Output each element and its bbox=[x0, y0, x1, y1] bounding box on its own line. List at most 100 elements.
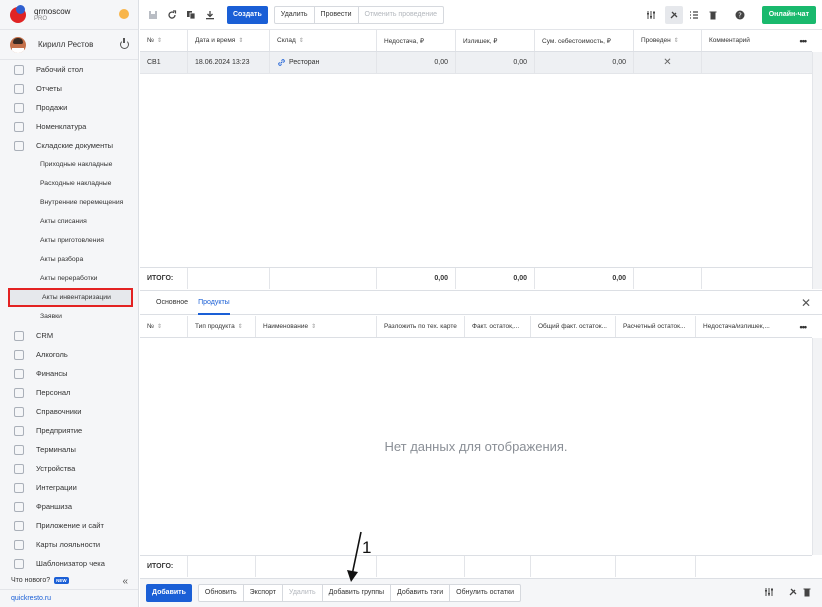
nav-item-integrations[interactable]: Интеграции bbox=[0, 478, 138, 497]
nav-item-label: Франшиза bbox=[36, 502, 73, 511]
col-fact-balance[interactable]: Факт. остаток,... bbox=[465, 316, 531, 337]
filter-settings-icon[interactable] bbox=[646, 10, 656, 20]
save-icon[interactable] bbox=[148, 10, 158, 20]
nav-item-receipt-templates[interactable]: Шаблонизатор чека bbox=[0, 554, 138, 573]
nav-item-references[interactable]: Справочники bbox=[0, 402, 138, 421]
nav-item-label: Справочники bbox=[36, 407, 82, 416]
total-empty bbox=[696, 556, 812, 577]
nav-item-dashboard[interactable]: Рабочий стол bbox=[0, 60, 138, 79]
nav-item-reports[interactable]: Отчеты bbox=[0, 79, 138, 98]
grid-totals: ИТОГО: 0,00 0,00 0,00 bbox=[140, 267, 812, 289]
nav-item-label: Алкоголь bbox=[36, 350, 68, 359]
nav-item-franchise[interactable]: Франшиза bbox=[0, 497, 138, 516]
nav-item-loyalty-cards[interactable]: Карты лояльности bbox=[0, 535, 138, 554]
copy-icon[interactable] bbox=[186, 10, 196, 20]
col-shortage-surplus[interactable]: Недостача/излишек,... ••• bbox=[696, 316, 812, 337]
nav-item-label: Продажи bbox=[36, 103, 68, 112]
col-number[interactable]: № ⇕ bbox=[140, 316, 188, 337]
whats-new-link[interactable]: Что нового? NEW « bbox=[0, 572, 138, 589]
sub-item-disassembly-acts[interactable]: Акты разбора bbox=[0, 250, 138, 269]
empty-message: Нет данных для отображения. bbox=[384, 439, 568, 454]
col-posted[interactable]: Проведен ⇕ bbox=[634, 30, 702, 51]
add-tags-button[interactable]: Добавить тэги bbox=[391, 585, 451, 601]
col-calc-balance[interactable]: Расчетный остаток... bbox=[616, 316, 696, 337]
nav-item-finance[interactable]: Финансы bbox=[0, 364, 138, 383]
download-icon[interactable] bbox=[205, 10, 215, 20]
documents-grid: № ⇕ Дата и время ⇕ Склад ⇕ Недостача, ₽ Изл… bbox=[140, 30, 812, 289]
nav-item-sales[interactable]: Продажи bbox=[0, 98, 138, 117]
nav-item-nomenclature[interactable]: Номенклатура bbox=[0, 117, 138, 136]
collapse-sidebar-icon[interactable]: « bbox=[122, 576, 128, 587]
list-view-icon[interactable] bbox=[689, 10, 699, 20]
col-label: Дата и время bbox=[195, 37, 236, 44]
nav-item-warehouse-docs[interactable]: Складские документы bbox=[0, 136, 138, 155]
nav-item-app-site[interactable]: Приложение и сайт bbox=[0, 516, 138, 535]
sub-item-incoming-invoices[interactable]: Приходные накладные bbox=[0, 155, 138, 174]
unpost-button[interactable]: Отменить проведение bbox=[359, 7, 444, 23]
sub-item-preparation-acts[interactable]: Акты приготовления bbox=[0, 231, 138, 250]
col-label: Излишек, ₽ bbox=[463, 37, 498, 45]
help-icon[interactable]: ? bbox=[735, 10, 745, 20]
nav-item-enterprise[interactable]: Предприятие bbox=[0, 421, 138, 440]
delete-button[interactable]: Удалить bbox=[275, 6, 315, 23]
site-link[interactable]: quickresto.ru bbox=[0, 589, 138, 607]
sub-item-internal-transfers[interactable]: Внутренние перемещения bbox=[0, 193, 138, 212]
add-groups-button[interactable]: Добавить группы bbox=[323, 585, 392, 601]
eye-icon[interactable] bbox=[119, 9, 129, 19]
new-badge: NEW bbox=[54, 577, 69, 584]
toolbar: Создать Удалить Провести Отменить провед… bbox=[140, 0, 822, 30]
trash-icon[interactable] bbox=[708, 10, 718, 20]
tools-icon[interactable] bbox=[788, 587, 798, 597]
filter-settings-icon[interactable] bbox=[764, 587, 774, 597]
delete-product-button[interactable]: Удалить bbox=[283, 585, 323, 601]
col-cost[interactable]: Сум. себестоимость, ₽ bbox=[535, 30, 634, 51]
cell-comment bbox=[702, 52, 812, 73]
nav-item-terminals[interactable]: Терминалы bbox=[0, 440, 138, 459]
reset-balances-button[interactable]: Обнулить остатки bbox=[450, 585, 520, 601]
col-shortage[interactable]: Недостача, ₽ bbox=[377, 30, 456, 51]
total-empty bbox=[270, 268, 377, 289]
sub-item-outgoing-invoices[interactable]: Расходные накладные bbox=[0, 174, 138, 193]
products-scrollbar[interactable] bbox=[812, 338, 822, 555]
more-icon[interactable]: ••• bbox=[800, 322, 808, 332]
nav-item-alcohol[interactable]: Алкоголь bbox=[0, 345, 138, 364]
col-label: Наименование bbox=[263, 323, 309, 330]
sub-item-write-off-acts[interactable]: Акты списания bbox=[0, 212, 138, 231]
col-number[interactable]: № ⇕ bbox=[140, 30, 188, 51]
create-button[interactable]: Создать bbox=[227, 5, 268, 24]
warehouse-name[interactable]: Ресторан bbox=[289, 59, 319, 66]
col-name[interactable]: Наименование ⇕ bbox=[256, 316, 377, 337]
tab-products[interactable]: Продукты bbox=[198, 291, 230, 315]
sub-item-inventory-acts[interactable]: Акты инвентаризации bbox=[8, 288, 133, 307]
crm-icon bbox=[14, 330, 24, 341]
col-product-type[interactable]: Тип продукта ⇕ bbox=[188, 316, 256, 337]
nav-item-staff[interactable]: Персонал bbox=[0, 383, 138, 402]
tab-main[interactable]: Основное bbox=[156, 291, 188, 315]
power-icon[interactable] bbox=[120, 38, 129, 49]
sort-icon: ⇕ bbox=[311, 324, 317, 330]
col-warehouse[interactable]: Склад ⇕ bbox=[270, 30, 377, 51]
online-chat-button[interactable]: Онлайн-чат bbox=[761, 6, 816, 24]
brand-header[interactable]: qrmoscow PRO bbox=[0, 0, 138, 30]
col-tech-card[interactable]: Разложить по тех. карте bbox=[377, 316, 465, 337]
user-panel[interactable]: Кирилл Рестов bbox=[0, 30, 138, 60]
col-datetime[interactable]: Дата и время ⇕ bbox=[188, 30, 270, 51]
refresh-button[interactable]: Обновить bbox=[199, 585, 244, 601]
table-row[interactable]: СВ1 18.06.2024 13:23 Ресторан 0,00 0,00 … bbox=[140, 52, 812, 74]
more-icon[interactable]: ••• bbox=[800, 36, 808, 46]
close-icon[interactable]: ✕ bbox=[801, 297, 811, 309]
sub-item-requests[interactable]: Заявки bbox=[0, 307, 138, 326]
col-total-fact[interactable]: Общий факт. остаток... bbox=[531, 316, 616, 337]
col-surplus[interactable]: Излишек, ₽ bbox=[456, 30, 535, 51]
add-button[interactable]: Добавить bbox=[146, 584, 192, 602]
export-button[interactable]: Экспорт bbox=[244, 585, 283, 601]
refresh-icon[interactable] bbox=[167, 9, 177, 20]
sub-item-processing-acts[interactable]: Акты переработки bbox=[0, 269, 138, 288]
tools-toggle[interactable] bbox=[664, 6, 683, 24]
col-comment[interactable]: Комментарий ••• bbox=[702, 30, 812, 51]
grid-scrollbar[interactable] bbox=[812, 52, 822, 289]
post-button[interactable]: Провести bbox=[315, 6, 359, 23]
nav-item-devices[interactable]: Устройства bbox=[0, 459, 138, 478]
nav-item-crm[interactable]: CRM bbox=[0, 326, 138, 345]
trash-icon[interactable] bbox=[802, 587, 812, 597]
